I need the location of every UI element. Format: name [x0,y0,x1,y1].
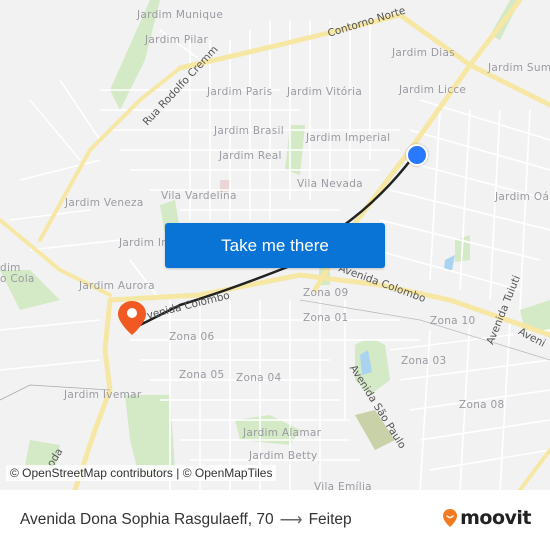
rail-line [299,299,550,361]
origin-marker[interactable] [406,144,428,166]
neighborhood-label: Jardim Vitória [287,86,363,98]
neighborhood-label: Jardim Munique [137,9,224,21]
neighborhood-label: o Cola [0,273,35,285]
neighborhood-label: Jardim Alamar [243,427,322,439]
footer-bar: Avenida Dona Sophia Rasgulaeff, 70 ⟶ Fei… [0,490,550,550]
neighborhood-label: Jardim Imperial [306,132,391,144]
neighborhood-label: Zona 04 [236,372,282,384]
moovit-logo[interactable]: moovit [442,507,531,529]
neighborhood-label: Jardim Dias [392,47,456,59]
neighborhood-label: Jardim Betty [249,450,318,462]
pond [444,255,455,270]
neighborhood-label: Jardim Aurora [79,280,155,292]
neighborhood-label: Zona 09 [303,287,349,299]
map-attribution[interactable]: © OpenStreetMap contributors | © OpenMap… [6,465,277,481]
neighborhood-label: Jardim Pilar [145,34,209,46]
origin-name: Avenida Dona Sophia Rasgulaeff, 70 [20,511,274,528]
neighborhood-label: Vila Vardelina [161,190,237,202]
neighborhood-label: Zona 08 [459,399,505,411]
neighborhood-label: Zona 05 [179,369,225,381]
neighborhood-label: Zona 03 [401,355,447,367]
neighborhood-label: Jardim Oá [495,191,550,203]
neighborhood-label: Jardim Veneza [65,197,144,209]
neighborhood-label: Jardim In [119,237,169,249]
neighborhood-label: Jardim Brasil [214,125,284,137]
neighborhood-label: Vila Nevada [297,178,363,190]
neighborhood-label: Zona 06 [169,331,215,343]
moovit-pin-icon [443,509,458,527]
neighborhood-label: Jardim Ivemar [64,389,142,401]
neighborhood-label: Jardim Licce [399,84,467,96]
brand-name: moovit [460,507,531,529]
route-summary: Avenida Dona Sophia Rasgulaeff, 70 ⟶ Fei… [20,510,352,530]
map-canvas[interactable]: Jardim Munique Jardim Pilar Jardim Dias … [0,0,550,490]
destination-name: Feitep [308,511,352,528]
neighborhood-label: Zona 10 [430,315,476,327]
neighborhood-label: Jardim Sum [488,62,550,74]
arrow-right-icon: ⟶ [279,512,303,529]
neighborhood-label: Jardim Real [219,150,282,162]
map-pin-icon [118,301,146,335]
neighborhood-label: Zona 01 [303,312,349,324]
take-me-there-button[interactable]: Take me there [165,223,385,268]
neighborhood-label: Jardim Paris [207,86,273,98]
neighborhood-label: Vila Emília [314,481,372,490]
